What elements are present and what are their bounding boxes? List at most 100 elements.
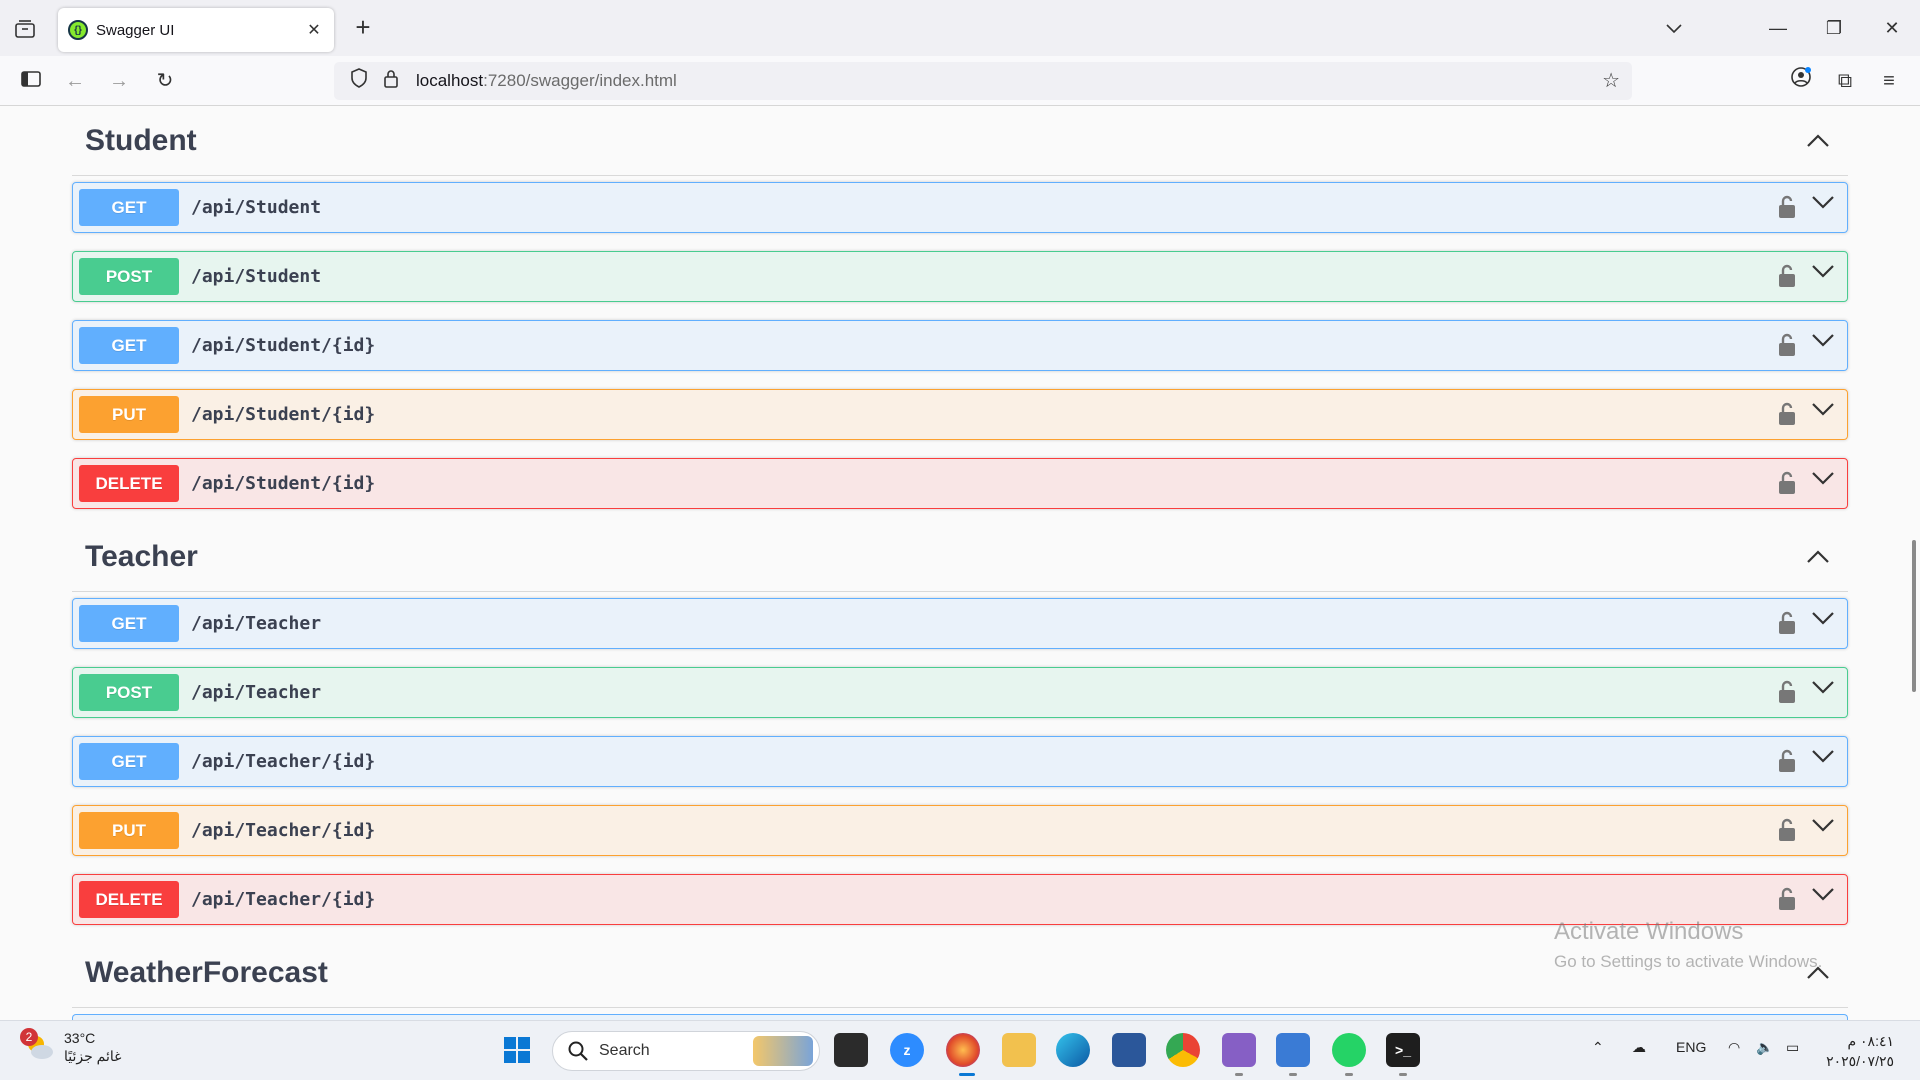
sql-server-running-indicator <box>1289 1073 1297 1076</box>
method-badge: GET <box>79 743 179 780</box>
close-tab-icon[interactable]: ✕ <box>304 20 324 40</box>
expand-chevron-down-icon[interactable] <box>1811 887 1837 913</box>
operation-row[interactable]: GET /api/Teacher <box>72 598 1848 649</box>
operation-row[interactable]: GET /api/Student/{id} <box>72 320 1848 371</box>
volume-icon[interactable]: 🔈 <box>1756 1039 1773 1056</box>
menu-hamburger-icon[interactable]: ≡ <box>1874 66 1904 96</box>
authorization-lock-icon[interactable] <box>1777 195 1801 221</box>
firefox-active-indicator <box>959 1073 975 1076</box>
reload-icon[interactable]: ↻ <box>150 66 180 96</box>
whatsapp-icon[interactable] <box>1332 1033 1366 1067</box>
operation-row[interactable]: GET /api/Teacher/{id} <box>72 736 1848 787</box>
operation-path: /api/Student/{id} <box>191 335 376 356</box>
browser-tab-bar: {} Swagger UI ✕ + — ❐ ✕ <box>0 0 1920 56</box>
sql-server-icon[interactable] <box>1276 1033 1310 1067</box>
minimize-icon[interactable]: — <box>1758 12 1798 44</box>
expand-chevron-down-icon[interactable] <box>1811 471 1837 497</box>
operation-row[interactable]: DELETE /api/Student/{id} <box>72 458 1848 509</box>
expand-chevron-down-icon[interactable] <box>1811 749 1837 775</box>
search-icon <box>567 1040 589 1062</box>
weather-widget[interactable]: 2 33°C غائم جزئيًا <box>20 1028 122 1065</box>
operation-path: /api/Teacher <box>191 682 322 703</box>
authorization-lock-icon[interactable] <box>1777 749 1801 775</box>
scrollbar-thumb[interactable] <box>1912 540 1916 692</box>
battery-icon[interactable]: ▭ <box>1786 1039 1799 1056</box>
expand-chevron-down-icon[interactable] <box>1811 611 1837 637</box>
expand-chevron-down-icon[interactable] <box>1811 818 1837 844</box>
visual-studio-running-indicator <box>1235 1073 1243 1076</box>
tray-overflow-chevron-icon[interactable]: ⌃ <box>1592 1039 1604 1056</box>
new-tab-icon[interactable]: + <box>348 12 378 44</box>
expand-chevron-down-icon[interactable] <box>1811 264 1837 290</box>
tracking-protection-shield-icon[interactable] <box>346 68 372 94</box>
list-all-tabs-chevron-icon[interactable] <box>1654 12 1694 44</box>
taskbar-search[interactable]: Search <box>552 1031 820 1071</box>
authorization-lock-icon[interactable] <box>1777 402 1801 428</box>
close-window-icon[interactable]: ✕ <box>1872 12 1912 44</box>
collapse-chevron-up-icon[interactable] <box>1800 123 1836 159</box>
windows-start-icon[interactable] <box>500 1033 534 1067</box>
account-icon[interactable] <box>1786 66 1816 96</box>
section-title: WeatherForecast <box>85 955 328 989</box>
restore-icon[interactable]: ❐ <box>1814 12 1854 44</box>
lock-icon[interactable] <box>378 68 404 94</box>
tab-swagger-ui[interactable]: {} Swagger UI ✕ <box>58 8 334 52</box>
taskbar-clock[interactable]: ٠٨:٤١ م ٢٠٢٥/٠٧/٢٥ <box>1826 1031 1894 1071</box>
operation-path: /api/Teacher/{id} <box>191 820 376 841</box>
collapse-chevron-up-icon[interactable] <box>1800 539 1836 575</box>
chrome-icon[interactable] <box>1166 1033 1200 1067</box>
expand-chevron-down-icon[interactable] <box>1811 195 1837 221</box>
forward-arrow-icon[interactable]: → <box>104 66 134 96</box>
method-badge: POST <box>79 258 179 295</box>
activate-windows-watermark: Activate Windows Go to Settings to activ… <box>1554 918 1822 972</box>
sidebar-toggle-icon[interactable] <box>16 66 46 96</box>
operation-row[interactable]: GET /api/Student <box>72 182 1848 233</box>
authorization-lock-icon[interactable] <box>1777 333 1801 359</box>
method-badge: PUT <box>79 812 179 849</box>
expand-chevron-down-icon[interactable] <box>1811 402 1837 428</box>
method-badge: GET <box>79 189 179 226</box>
section-header-teacher[interactable]: Teacher <box>72 522 1848 592</box>
url-path: :7280/swagger/index.html <box>483 71 677 90</box>
operation-path: /api/Student <box>191 266 322 287</box>
onedrive-icon[interactable]: ☁ <box>1632 1039 1646 1056</box>
authorization-lock-icon[interactable] <box>1777 680 1801 706</box>
authorization-lock-icon[interactable] <box>1777 264 1801 290</box>
extensions-puzzle-icon[interactable]: ⧉ <box>1830 66 1860 96</box>
section-teacher: Teacher <box>72 522 1848 592</box>
firefox-icon[interactable] <box>946 1033 980 1067</box>
visual-studio-icon[interactable] <box>1222 1033 1256 1067</box>
weather-description: غائم جزئيًا <box>64 1048 122 1064</box>
input-language[interactable]: ENG <box>1676 1039 1706 1055</box>
zoom-app-icon[interactable]: z <box>890 1033 924 1067</box>
authorization-lock-icon[interactable] <box>1777 611 1801 637</box>
operation-row[interactable]: PUT /api/Teacher/{id} <box>72 805 1848 856</box>
task-view-icon[interactable] <box>834 1033 868 1067</box>
method-badge: DELETE <box>79 465 179 502</box>
expand-chevron-down-icon[interactable] <box>1811 680 1837 706</box>
address-bar[interactable]: localhost:7280/swagger/index.html ☆ <box>334 62 1632 100</box>
temperature: 33°C <box>64 1030 96 1046</box>
expand-chevron-down-icon[interactable] <box>1811 333 1837 359</box>
bookmark-star-icon[interactable]: ☆ <box>1602 68 1620 93</box>
authorization-lock-icon[interactable] <box>1777 818 1801 844</box>
tab-list-icon[interactable] <box>10 14 40 44</box>
swagger-content: Student GET /api/Student POST /api/Stude… <box>0 106 1920 1020</box>
authorization-lock-icon[interactable] <box>1777 471 1801 497</box>
operation-row[interactable]: POST /api/Teacher <box>72 667 1848 718</box>
operation-row[interactable]: POST /api/Student <box>72 251 1848 302</box>
edge-icon[interactable] <box>1056 1033 1090 1067</box>
file-explorer-icon[interactable] <box>1002 1033 1036 1067</box>
operation-row[interactable]: PUT /api/Student/{id} <box>72 389 1848 440</box>
watermark-subtitle: Go to Settings to activate Windows. <box>1554 952 1823 971</box>
terminal-running-indicator <box>1399 1073 1407 1076</box>
search-highlight-icon <box>753 1036 813 1066</box>
microsoft-store-icon[interactable] <box>1112 1033 1146 1067</box>
operation-path: /api/Teacher/{id} <box>191 751 376 772</box>
wifi-icon[interactable]: ◠ <box>1728 1039 1740 1056</box>
section-header-student[interactable]: Student <box>72 106 1848 176</box>
authorization-lock-icon[interactable] <box>1777 887 1801 913</box>
back-arrow-icon[interactable]: ← <box>60 66 90 96</box>
terminal-icon[interactable]: >_ <box>1386 1033 1420 1067</box>
url-host: localhost <box>416 71 484 90</box>
